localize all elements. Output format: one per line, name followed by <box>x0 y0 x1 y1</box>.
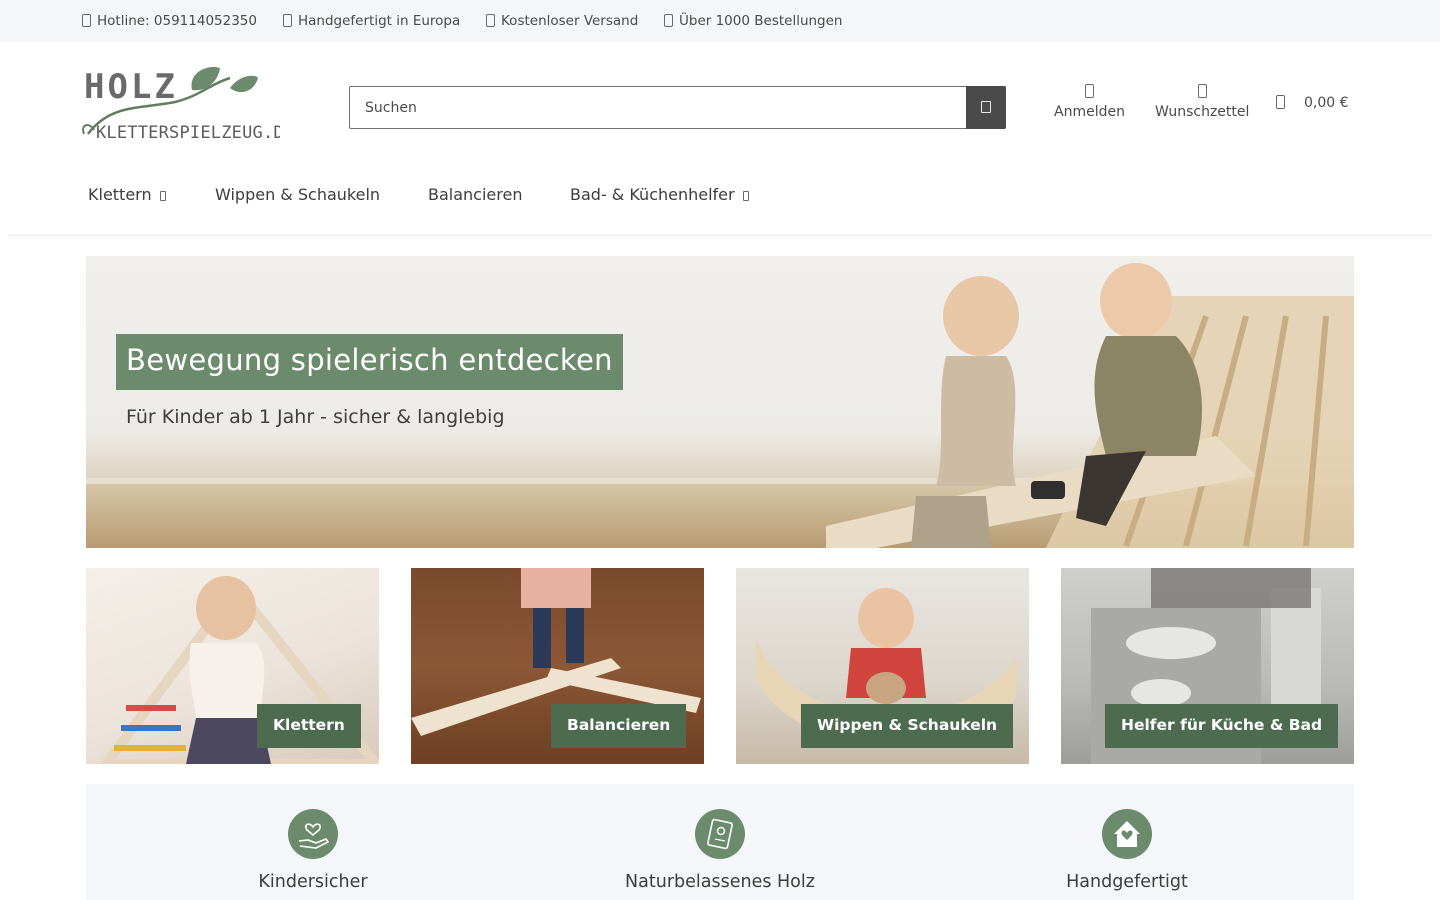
logo-graphic: HOLZ KLETTERSPIELZEUG.DE <box>82 66 294 143</box>
category-tile-balancieren[interactable]: Balancieren <box>411 568 704 764</box>
hero-title: Bewegung spielerisch entdecken <box>126 343 613 377</box>
category-tile-wippen-schaukeln[interactable]: Wippen & Schaukeln <box>736 568 1029 764</box>
phone-icon <box>82 14 91 27</box>
hand-heart-icon <box>288 809 338 859</box>
user-icon <box>1084 84 1094 98</box>
login-button[interactable]: Anmelden <box>1054 82 1125 120</box>
chevron-down-icon <box>742 191 749 201</box>
category-label-helfer: Helfer für Küche & Bad <box>1105 704 1339 748</box>
cart-total: 0,00 € <box>1304 95 1349 111</box>
topbar-handmade: Handgefertigt in Europa <box>283 13 460 29</box>
heart-icon <box>1197 84 1207 98</box>
svg-text:HOLZ: HOLZ <box>84 67 178 107</box>
nav-item-bad-kuechenhelfer[interactable]: Bad- & Küchenhelfer <box>570 185 749 204</box>
hero-title-box: Bewegung spielerisch entdecken <box>116 334 623 390</box>
topbar-orders: Über 1000 Bestellungen <box>664 13 843 29</box>
star-icon <box>664 14 673 27</box>
nav-item-wippen-schaukeln[interactable]: Wippen & Schaukeln <box>215 185 380 204</box>
truck-icon <box>486 14 495 27</box>
hero-image-illustration <box>826 263 1354 548</box>
site-logo[interactable]: HOLZ KLETTERSPIELZEUG.DE <box>80 64 294 144</box>
nav-item-balancieren[interactable]: Balancieren <box>428 185 522 204</box>
nav-item-klettern[interactable]: Klettern <box>88 185 166 204</box>
category-label-wippen-schaukeln: Wippen & Schaukeln <box>801 704 1014 748</box>
wishlist-button[interactable]: Wunschzettel <box>1155 82 1249 120</box>
hero-banner[interactable]: Bewegung spielerisch entdecken Für Kinde… <box>86 256 1354 548</box>
top-info-bar: Hotline: 059114052350 Handgefertigt in E… <box>0 0 1440 42</box>
svg-text:KLETTERSPIELZEUG.DE: KLETTERSPIELZEUG.DE <box>96 123 280 143</box>
topbar-shipping: Kostenloser Versand <box>486 13 638 29</box>
search-input[interactable] <box>350 87 967 128</box>
search-box <box>349 86 1006 129</box>
nav-divider <box>8 234 1432 240</box>
certificate-icon <box>695 809 745 859</box>
search-button[interactable] <box>966 86 1006 129</box>
house-heart-icon <box>1102 809 1152 859</box>
cart-button[interactable]: 0,00 € <box>1276 95 1349 111</box>
category-tile-helfer[interactable]: Helfer für Küche & Bad <box>1061 568 1354 764</box>
hero-subtitle: Für Kinder ab 1 Jahr - sicher & langlebi… <box>126 406 505 428</box>
chevron-down-icon <box>159 191 166 201</box>
category-label-klettern: Klettern <box>257 704 361 748</box>
features-section: Kindersicher Naturbelassenes Holz Handge… <box>86 784 1354 900</box>
hand-icon <box>283 14 292 27</box>
search-icon <box>981 101 991 113</box>
topbar-hotline[interactable]: Hotline: 059114052350 <box>82 13 257 29</box>
category-tile-klettern[interactable]: Klettern <box>86 568 379 764</box>
cart-icon <box>1276 95 1285 109</box>
category-label-balancieren: Balancieren <box>551 704 687 748</box>
